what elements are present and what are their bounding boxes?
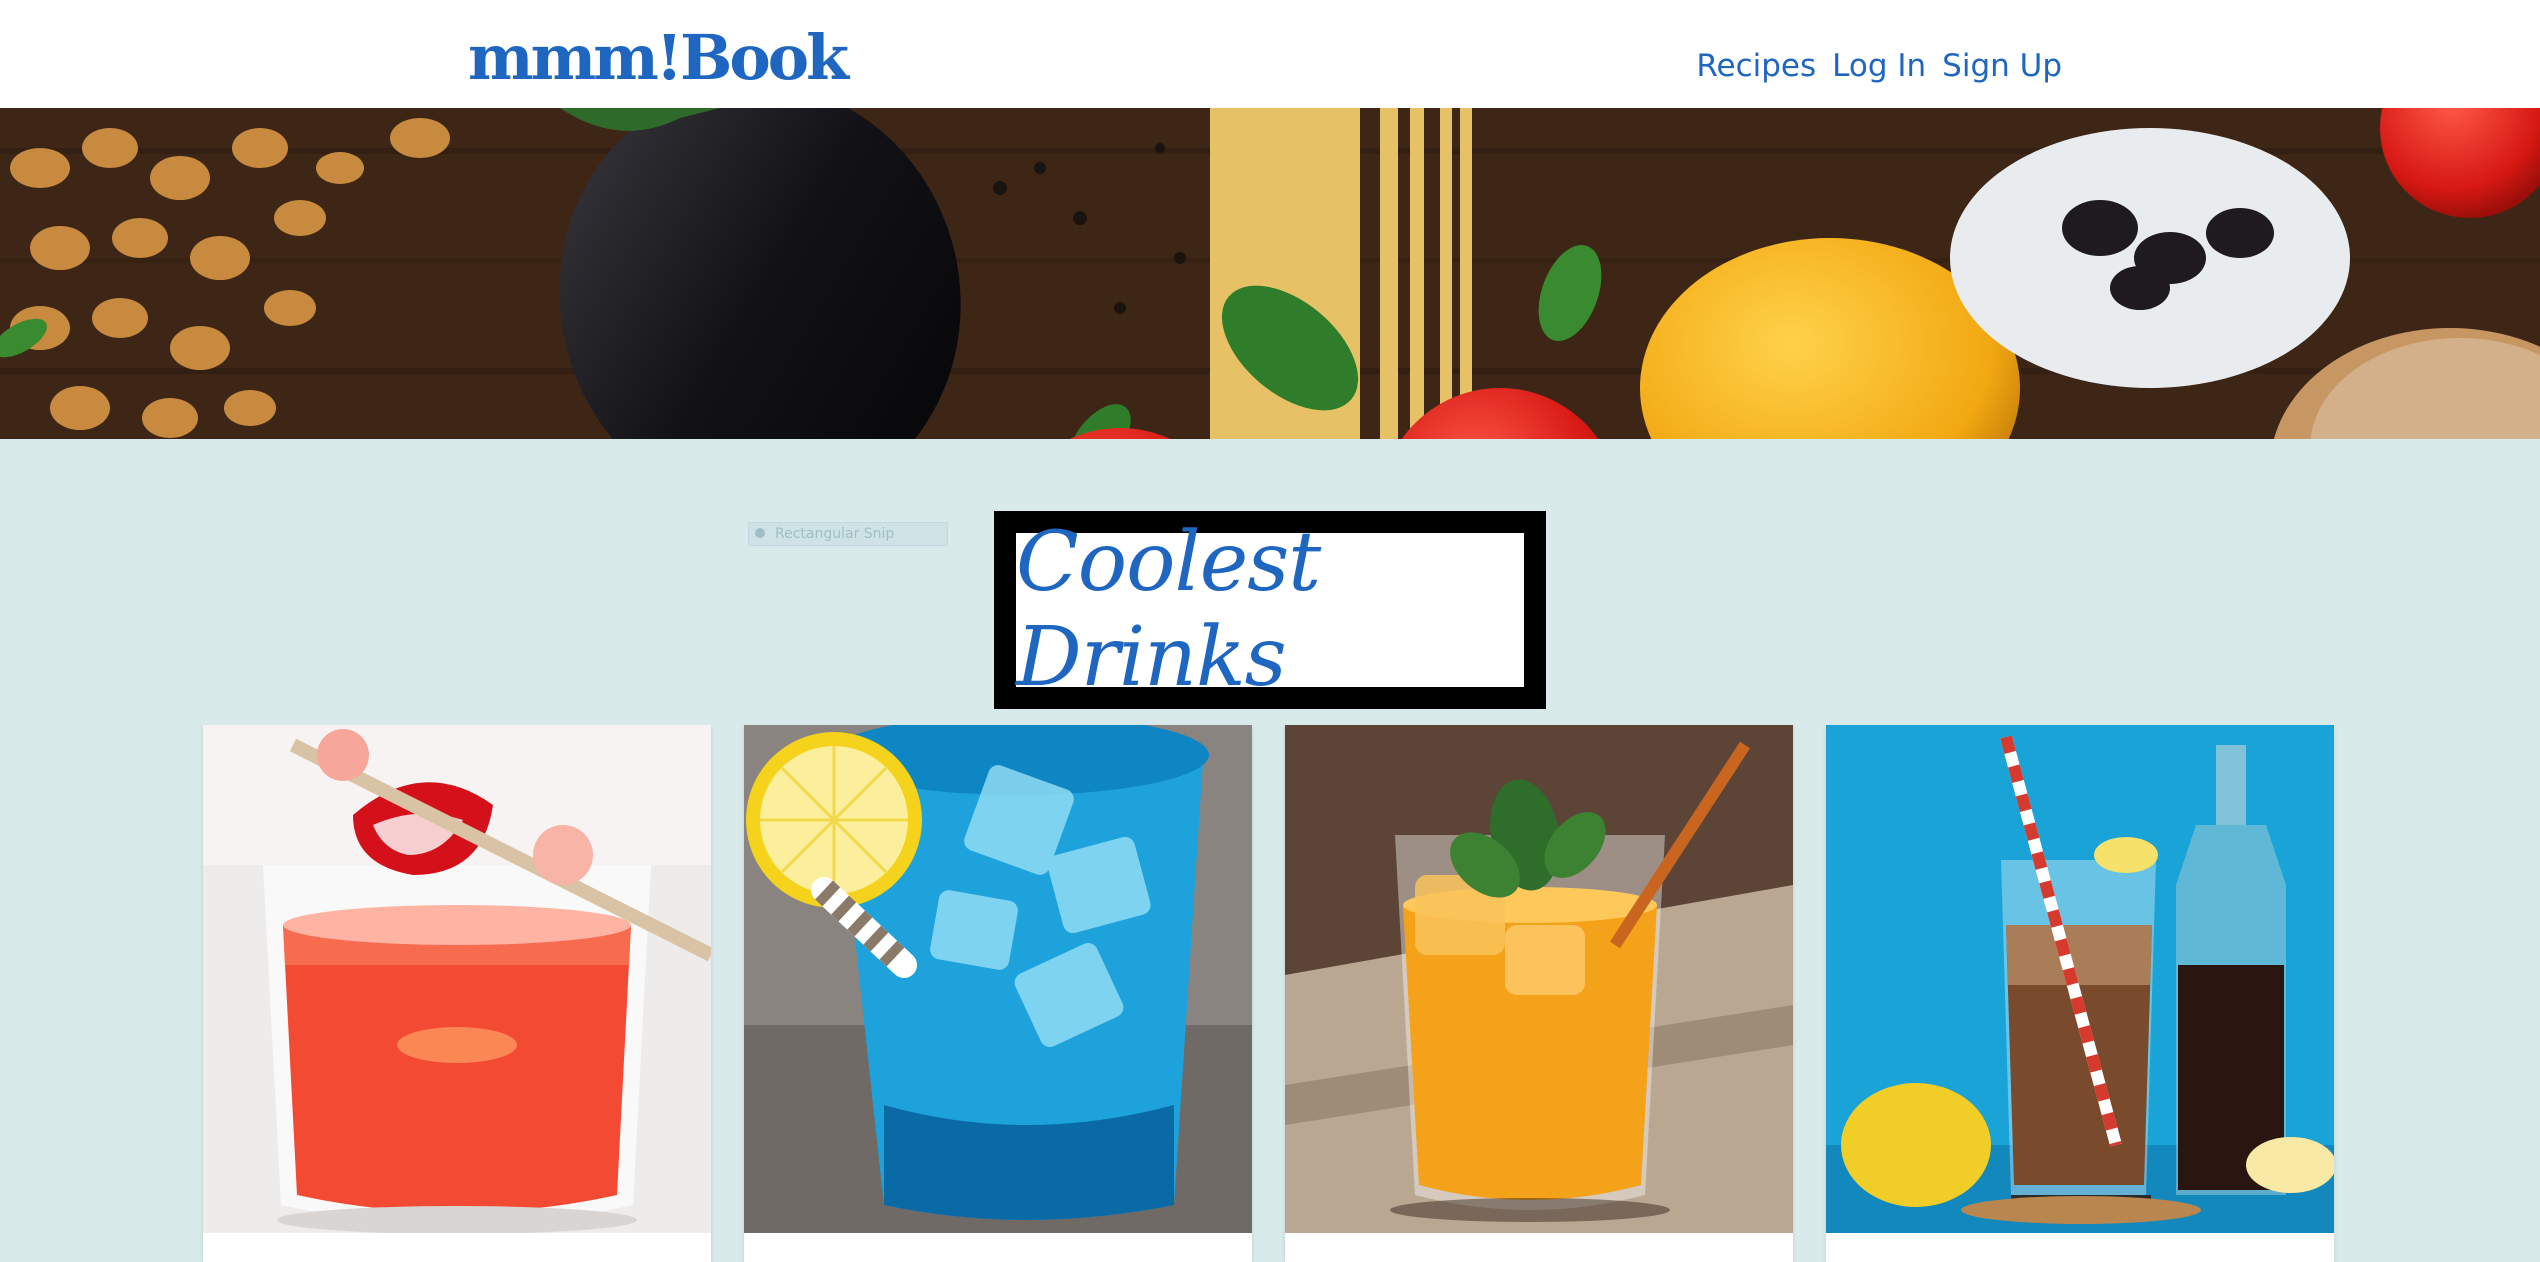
main-nav: Recipes Log In Sign Up bbox=[1696, 44, 2062, 88]
drink-cards bbox=[203, 725, 2337, 1262]
hero-banner bbox=[0, 108, 2540, 439]
drink-card[interactable] bbox=[203, 725, 711, 1262]
section-title-frame: Coolest Drinks bbox=[994, 511, 1546, 709]
snip-tooltip: Rectangular Snip bbox=[748, 522, 948, 546]
site-logo[interactable]: mmm!Book bbox=[468, 18, 849, 98]
nav-recipes-link[interactable]: Recipes bbox=[1696, 44, 1816, 88]
drink-card[interactable] bbox=[1826, 725, 2334, 1262]
drink-card[interactable] bbox=[1285, 725, 1793, 1262]
section-title: Coolest Drinks bbox=[1016, 515, 1321, 705]
blue-lemonade-drink-image[interactable] bbox=[744, 725, 1252, 1233]
snip-label: Rectangular Snip bbox=[775, 526, 895, 542]
nav-signup-link[interactable]: Sign Up bbox=[1942, 44, 2062, 88]
food-banner-image bbox=[0, 108, 2540, 439]
strawberry-rhubarb-drink-image[interactable] bbox=[203, 725, 711, 1233]
drink-card[interactable] bbox=[744, 725, 1252, 1262]
nav-login-link[interactable]: Log In bbox=[1832, 44, 1926, 88]
section-title-panel: Coolest Drinks bbox=[1016, 515, 1524, 705]
iced-tea-mint-drink-image[interactable] bbox=[1285, 725, 1793, 1233]
site-header: mmm!Book Recipes Log In Sign Up bbox=[0, 0, 2540, 108]
cola-lemon-drink-image[interactable] bbox=[1826, 725, 2334, 1233]
snip-icon bbox=[755, 528, 765, 538]
